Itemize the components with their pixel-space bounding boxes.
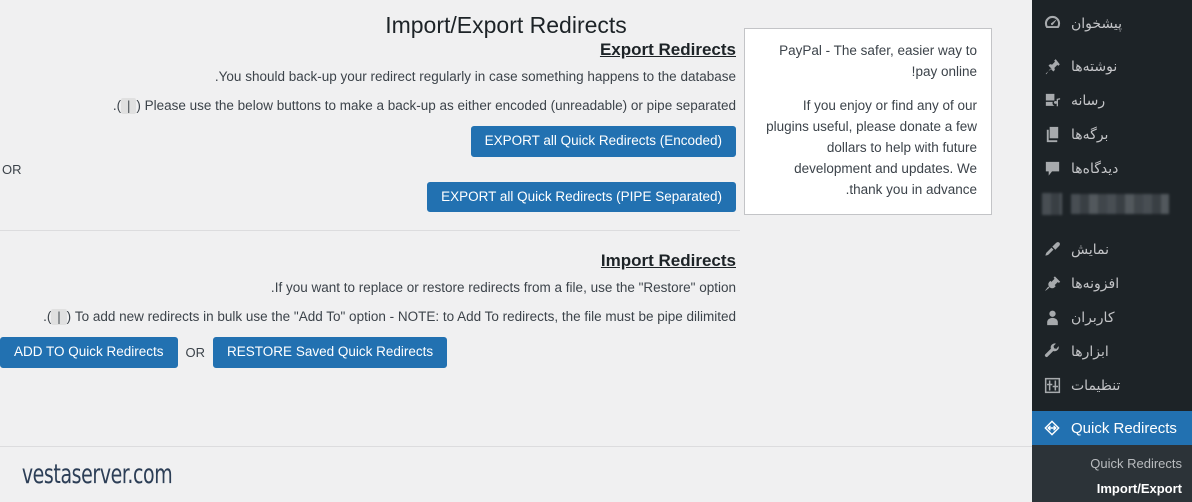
admin-sidebar: پیشخوان نوشته‌ها رسانه برگه‌ها [1032, 0, 1192, 502]
sidebar-item-label: پیشخوان [1071, 15, 1123, 31]
sidebar-item-label: ابزارها [1071, 343, 1109, 359]
restore-saved-redirects-button[interactable]: RESTORE Saved Quick Redirects [213, 337, 448, 368]
sidebar-item-label: Quick Redirects [1071, 419, 1177, 437]
export-encoded-button[interactable]: EXPORT all Quick Redirects (Encoded) [470, 126, 736, 157]
sidebar-item-quick-redirects[interactable]: Quick Redirects [1032, 411, 1192, 445]
redirects-form-column: Export Redirects You should back-up your… [0, 40, 740, 368]
sidebar-item-label: تنظیمات [1071, 377, 1121, 393]
sidebar-item-tools[interactable]: ابزارها [1032, 334, 1192, 368]
users-icon [1042, 307, 1062, 327]
sidebar-item-plugins[interactable]: افزونه‌ها [1032, 266, 1192, 300]
import-desc-2-before: To add new redirects in bulk use the "Ad… [66, 308, 736, 324]
export-redirects-section: Export Redirects You should back-up your… [0, 40, 740, 213]
sidebar-item-label: نمایش [1071, 241, 1110, 257]
import-or-label: OR [185, 345, 206, 361]
export-or-label: OR [2, 161, 22, 177]
sidebar-item-posts[interactable]: نوشته‌ها [1032, 49, 1192, 83]
export-desc-2-after: ). [112, 97, 122, 113]
sidebar-item-label: برگه‌ها [1071, 126, 1109, 142]
redacted-icon [1042, 193, 1062, 215]
import-buttons-group: RESTORE Saved Quick Redirects OR ADD TO … [0, 337, 736, 368]
import-desc-1: If you want to replace or restore redire… [270, 280, 736, 296]
sidebar-item-users[interactable]: کاربران [1032, 300, 1192, 334]
pages-icon [1042, 124, 1062, 144]
export-desc-1: You should back-up your redirect regular… [214, 69, 736, 84]
footer-brand-text: vestaserver.com [21, 459, 173, 490]
paypal-donation-box: PayPal - The safer, easier way to pay on… [744, 28, 992, 216]
export-buttons-group: EXPORT all Quick Redirects (Encoded) OR … [0, 126, 736, 213]
sidebar-item-comments[interactable]: دیدگاه‌ها [1032, 151, 1192, 185]
export-desc-2-before: Please use the below buttons to make a b… [136, 97, 736, 113]
sidebar-item-label: کاربران [1071, 309, 1115, 325]
export-pipe-separated-button[interactable]: EXPORT all Quick Redirects (PIPE Separat… [427, 181, 736, 213]
main-content: Import/Export Redirects PayPal - The saf… [0, 0, 1032, 502]
pipe-code-export: | [121, 97, 137, 114]
comments-icon [1042, 158, 1062, 178]
plugins-plug-icon [1042, 273, 1062, 293]
paypal-body-text: If you enjoy or find any of our plugins … [766, 97, 977, 197]
admin-page: Import/Export Redirects PayPal - The saf… [0, 0, 1192, 502]
import-redirects-section: Import Redirects If you want to replace … [0, 251, 740, 368]
paypal-headline: PayPal - The safer, easier way to pay on… [779, 43, 977, 79]
redacted-label-blur [1071, 194, 1169, 214]
submenu-item-quick-redirects[interactable]: Quick Redirects [1032, 451, 1192, 476]
redirect-arrows-icon [1042, 418, 1062, 438]
sidebar-item-appearance[interactable]: نمایش [1032, 232, 1192, 266]
sidebar-item-media[interactable]: رسانه [1032, 83, 1192, 117]
pin-icon [1042, 56, 1062, 76]
export-section-heading: Export Redirects [599, 40, 736, 59]
sidebar-item-label: دیدگاه‌ها [1071, 160, 1119, 176]
dashboard-icon [1042, 13, 1062, 33]
add-to-redirects-button[interactable]: ADD TO Quick Redirects [0, 337, 178, 368]
sidebar-item-redacted[interactable] [1032, 185, 1192, 223]
page-footer: vestaserver.com [0, 446, 1032, 502]
tools-wrench-icon [1042, 341, 1062, 361]
export-desc-2: Please use the below buttons to make a b… [0, 95, 736, 117]
import-desc-2: To add new redirects in bulk use the "Ad… [0, 306, 736, 328]
submenu-item-import-export[interactable]: Import/Export [1032, 476, 1192, 501]
settings-sliders-icon [1042, 375, 1062, 395]
sidebar-item-label: افزونه‌ها [1071, 275, 1120, 291]
quick-redirects-submenu: Quick Redirects Import/Export [1032, 445, 1192, 502]
sidebar-item-pages[interactable]: برگه‌ها [1032, 117, 1192, 151]
sidebar-item-dashboard[interactable]: پیشخوان [1032, 6, 1192, 40]
sidebar-item-settings[interactable]: تنظیمات [1032, 368, 1192, 402]
appearance-brush-icon [1042, 239, 1062, 259]
section-divider [0, 230, 740, 232]
pipe-code-import: | [51, 308, 67, 325]
media-icon [1042, 90, 1062, 110]
import-section-heading: Import Redirects [600, 251, 736, 271]
sidebar-item-label: رسانه [1071, 92, 1106, 108]
sidebar-item-label: نوشته‌ها [1071, 58, 1118, 74]
